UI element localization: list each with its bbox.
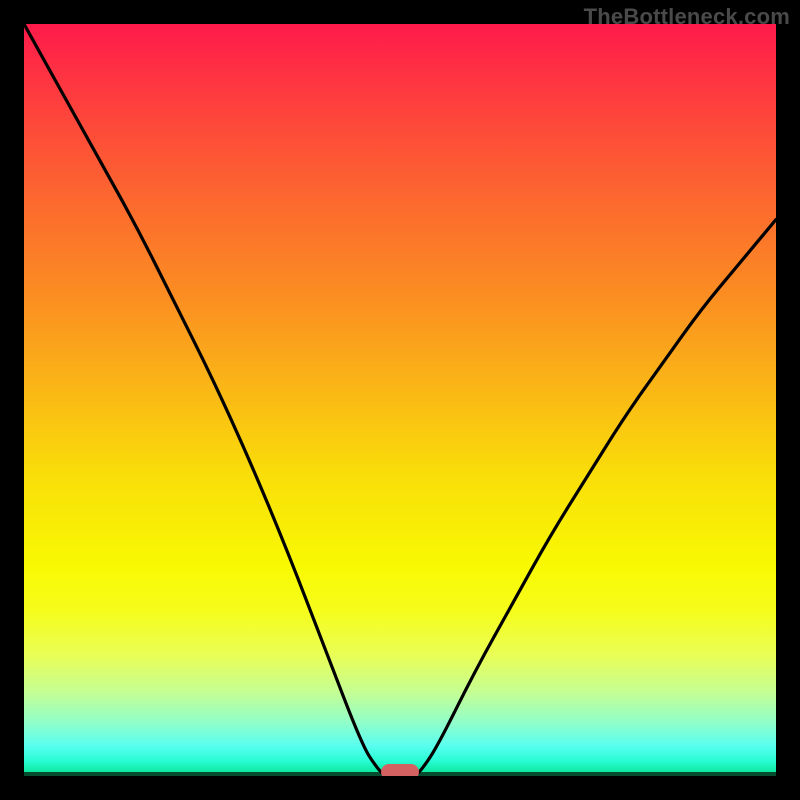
plot-area (24, 24, 776, 776)
optimal-point-marker (381, 764, 419, 776)
watermark-text: TheBottleneck.com (584, 4, 790, 30)
bottleneck-curve (24, 24, 776, 776)
chart-frame: TheBottleneck.com (0, 0, 800, 800)
